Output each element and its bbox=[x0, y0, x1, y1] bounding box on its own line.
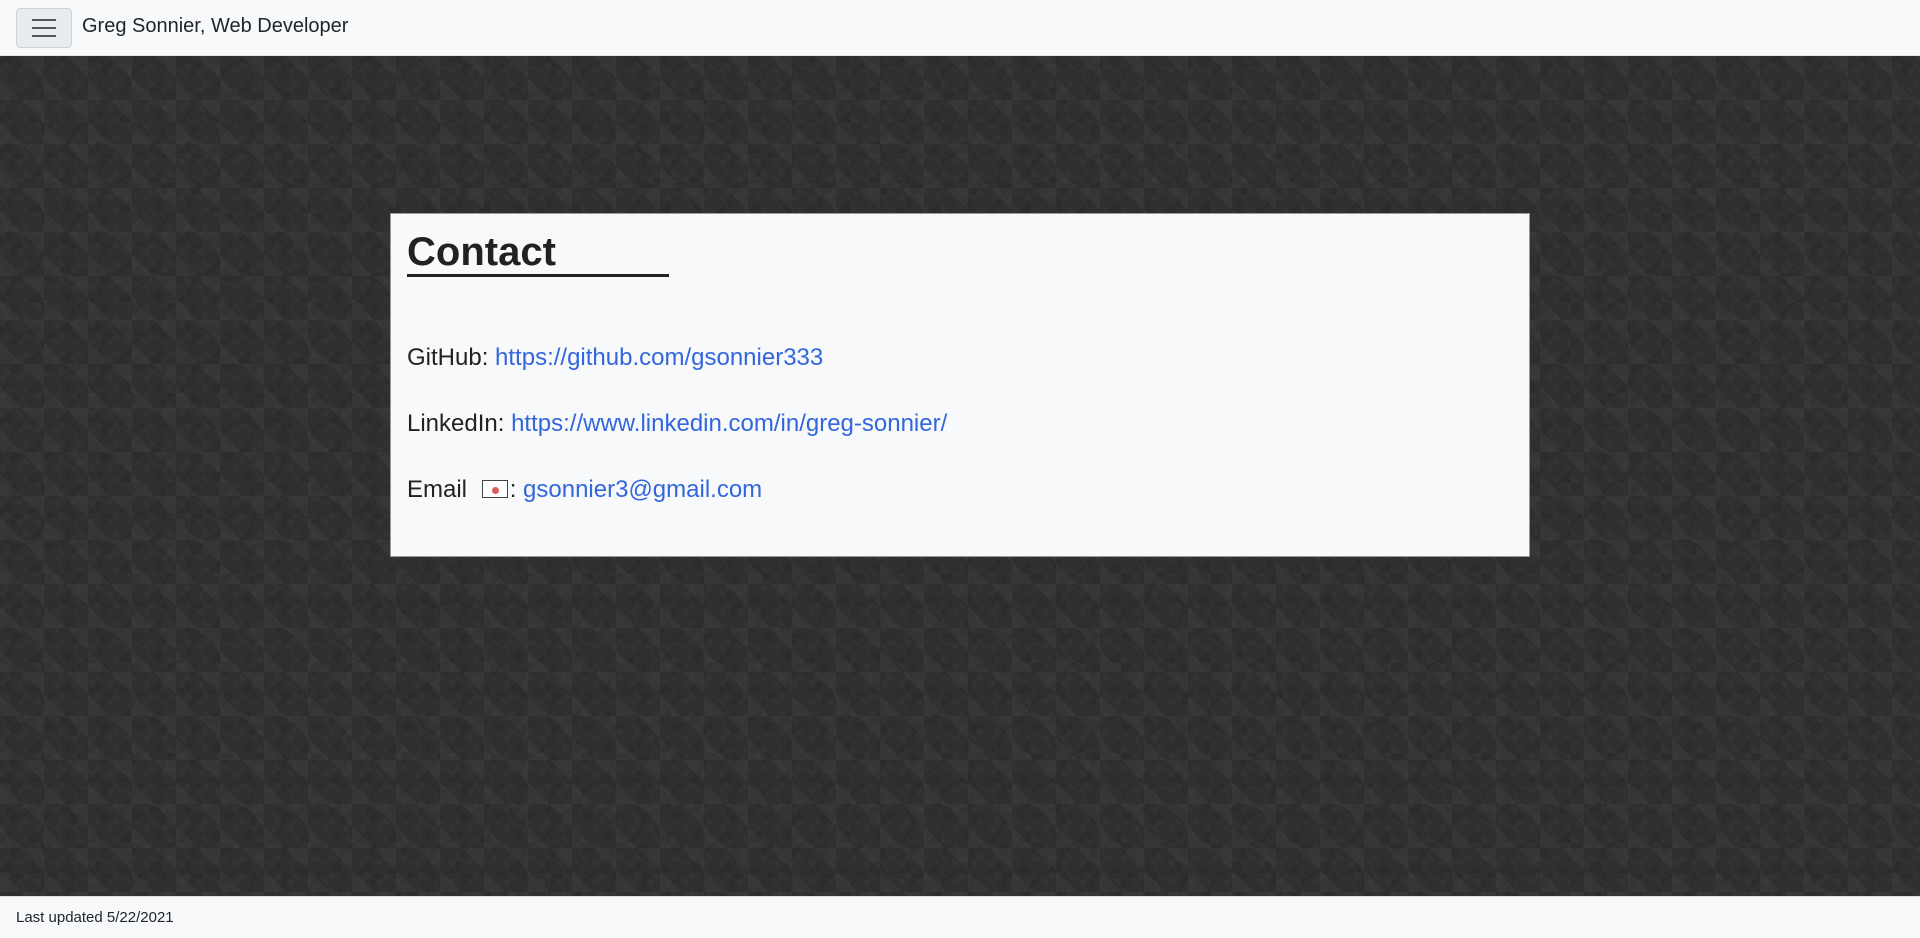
envelope-icon bbox=[481, 480, 508, 498]
menu-toggle-button[interactable] bbox=[16, 8, 72, 48]
email-label: Email bbox=[407, 476, 474, 503]
main-content: Contact GitHub: https://github.com/gsonn… bbox=[0, 56, 1920, 896]
github-link[interactable]: https://github.com/gsonnier333 bbox=[495, 344, 823, 371]
email-link[interactable]: gsonnier3@gmail.com bbox=[523, 476, 762, 503]
last-updated-text: Last updated 5/22/2021 bbox=[16, 909, 174, 926]
page-footer: Last updated 5/22/2021 bbox=[0, 896, 1920, 938]
top-navbar: Greg Sonnier, Web Developer bbox=[0, 0, 1920, 56]
brand-link[interactable]: Greg Sonnier, Web Developer bbox=[82, 15, 348, 38]
hamburger-menu-icon bbox=[32, 19, 56, 21]
contact-card: Contact GitHub: https://github.com/gsonn… bbox=[390, 213, 1530, 557]
page-title: Contact bbox=[407, 230, 669, 277]
linkedin-label: LinkedIn: bbox=[407, 410, 512, 437]
hamburger-bar bbox=[32, 35, 56, 37]
email-row: Email : gsonnier3@gmail.com bbox=[407, 476, 762, 504]
linkedin-link[interactable]: https://www.linkedin.com/in/greg-sonnier… bbox=[511, 410, 947, 437]
email-separator: : bbox=[509, 476, 524, 503]
hamburger-bar bbox=[32, 27, 56, 29]
github-row: GitHub: https://github.com/gsonnier333 bbox=[407, 344, 823, 372]
github-label: GitHub: bbox=[407, 344, 496, 371]
linkedin-row: LinkedIn: https://www.linkedin.com/in/gr… bbox=[407, 410, 947, 438]
